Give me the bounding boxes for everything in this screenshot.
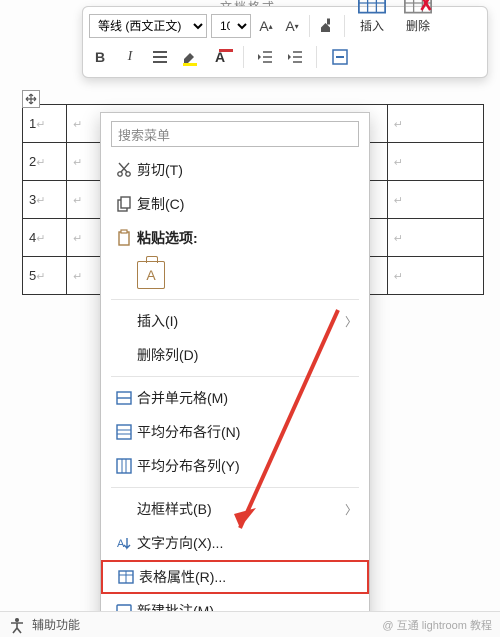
menu-search-input[interactable]: 搜索菜单 <box>111 121 359 147</box>
mini-toolbar: 等线 (西文正文) 10 A▴ A▾ 插入 <box>82 6 488 78</box>
context-menu: 搜索菜单 剪切(T) 复制(C) 粘贴选项: A 插入(I) 〉 删除列(D) <box>100 112 370 633</box>
copy-icon <box>111 195 137 213</box>
menu-separator <box>111 487 359 488</box>
status-bar: 辅助功能 @ 互通 lightroom 教程 <box>0 611 500 637</box>
indent-decrease-button[interactable] <box>254 46 276 68</box>
highlighter-icon <box>181 48 199 66</box>
outdent-icon <box>256 48 274 66</box>
menu-paste-options: 粘贴选项: <box>101 221 369 255</box>
menu-merge-cells[interactable]: 合并单元格(M) <box>101 381 369 415</box>
paste-keep-text-icon: A <box>137 261 165 289</box>
menu-separator <box>111 299 359 300</box>
menu-distribute-rows[interactable]: 平均分布各行(N) <box>101 415 369 449</box>
menu-delete-column[interactable]: 删除列(D) <box>101 338 369 372</box>
menu-distribute-cols[interactable]: 平均分布各列(Y) <box>101 449 369 483</box>
align-button[interactable] <box>149 46 171 68</box>
cell-align-button[interactable] <box>327 46 353 68</box>
brush-icon <box>318 17 336 35</box>
table-properties-icon <box>113 568 139 586</box>
font-name-combo[interactable]: 等线 (西文正文) <box>89 14 207 38</box>
delete-label: 删除 <box>406 17 430 34</box>
separator <box>316 46 317 68</box>
svg-text:A: A <box>117 538 125 550</box>
watermark-text: @ 互通 lightroom 教程 <box>382 617 492 633</box>
bold-button[interactable]: B <box>89 46 111 68</box>
merge-cells-icon <box>111 389 137 407</box>
cell-align-icon <box>331 48 349 66</box>
menu-paste-option-a[interactable]: A <box>101 255 369 295</box>
text-direction-icon: A <box>111 534 137 552</box>
distribute-rows-icon <box>111 423 137 441</box>
format-painter-button[interactable] <box>316 15 338 37</box>
separator <box>344 15 345 37</box>
increase-font-button[interactable]: A▴ <box>255 15 277 37</box>
font-color-swatch <box>219 49 233 52</box>
table-delete-icon <box>404 0 432 15</box>
insert-table-button[interactable]: 插入 <box>351 0 393 42</box>
menu-copy[interactable]: 复制(C) <box>101 187 369 221</box>
menu-border-style[interactable]: 边框样式(B) 〉 <box>101 492 369 526</box>
delete-table-button[interactable]: 删除 <box>397 0 439 42</box>
indent-icon <box>286 48 304 66</box>
menu-table-properties[interactable]: 表格属性(R)... <box>101 560 369 594</box>
font-size-combo[interactable]: 10 <box>211 14 251 38</box>
indent-increase-button[interactable] <box>284 46 306 68</box>
align-icon <box>151 48 169 66</box>
separator <box>243 46 244 68</box>
menu-insert[interactable]: 插入(I) 〉 <box>101 304 369 338</box>
menu-separator <box>111 376 359 377</box>
chevron-right-icon: 〉 <box>345 313 357 330</box>
decrease-font-button[interactable]: A▾ <box>281 15 303 37</box>
highlight-color-button[interactable] <box>179 46 201 68</box>
menu-cut[interactable]: 剪切(T) <box>101 153 369 187</box>
separator <box>309 15 310 37</box>
scissors-icon <box>111 161 137 179</box>
search-placeholder: 搜索菜单 <box>118 125 170 144</box>
accessibility-label[interactable]: 辅助功能 <box>32 616 80 633</box>
table-grid-icon <box>358 0 386 15</box>
italic-button[interactable]: I <box>119 46 141 68</box>
distribute-cols-icon <box>111 457 137 475</box>
table-move-handle[interactable] <box>22 90 40 108</box>
accessibility-icon <box>8 616 26 634</box>
insert-label: 插入 <box>360 17 384 34</box>
clipboard-icon <box>111 229 137 247</box>
chevron-right-icon: 〉 <box>345 501 357 518</box>
menu-text-direction[interactable]: A 文字方向(X)... <box>101 526 369 560</box>
move-icon <box>25 93 37 105</box>
